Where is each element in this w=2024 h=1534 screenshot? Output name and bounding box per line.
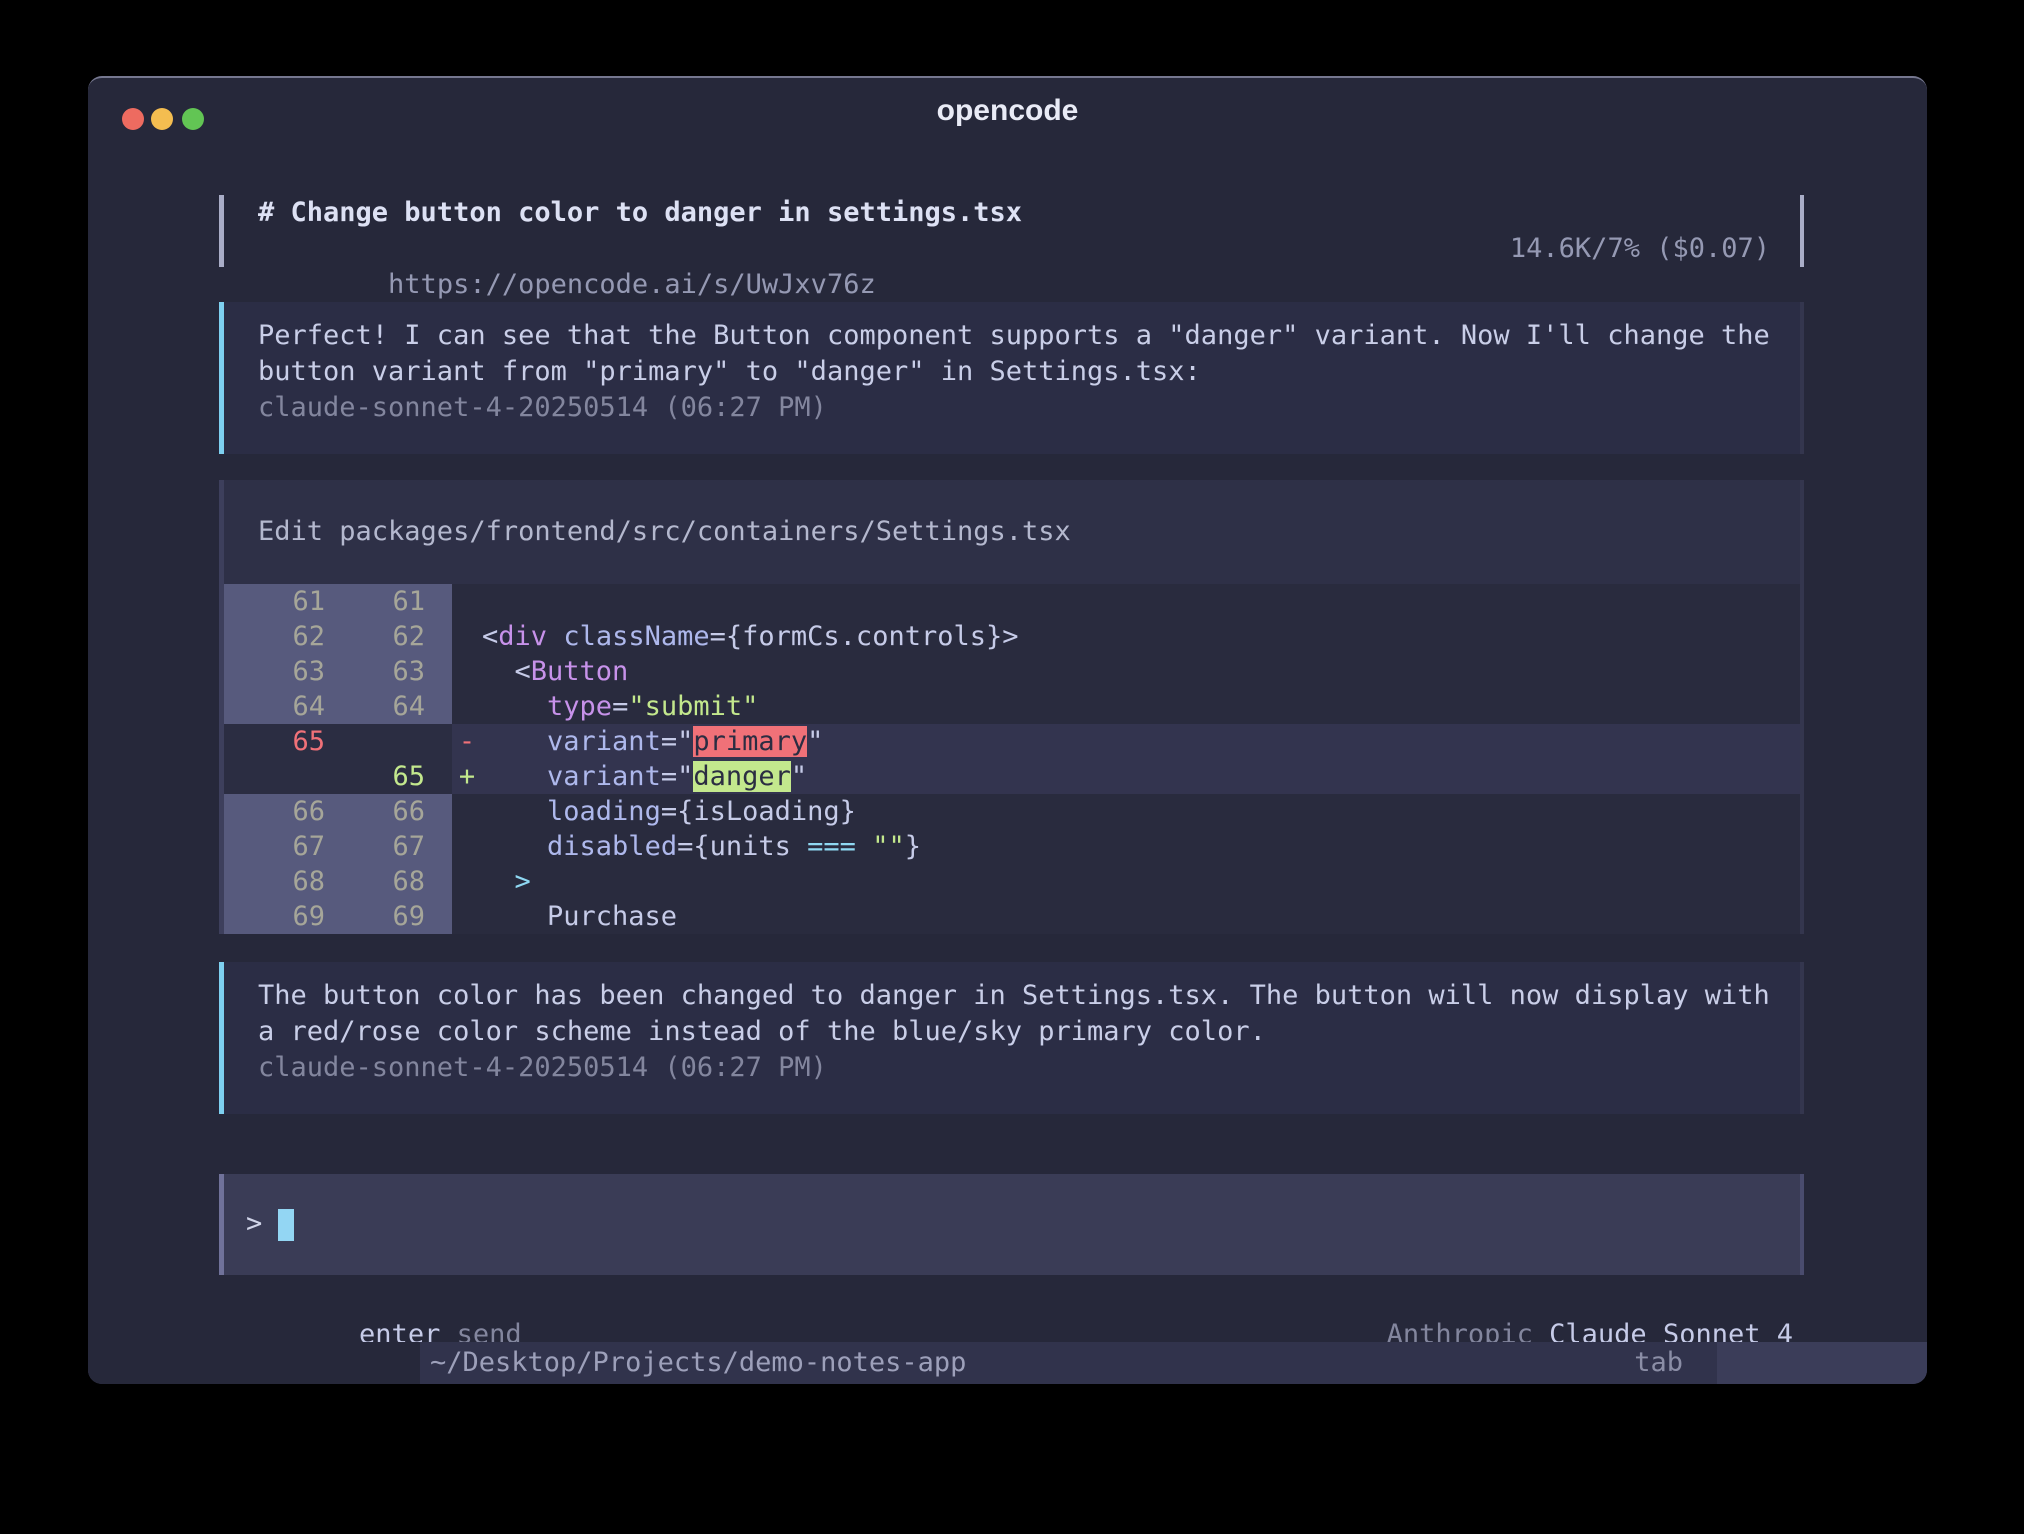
status-bar: opencode v0.3.11 ~/Desktop/Projects/demo… <box>88 1342 1927 1384</box>
opencode-window: opencode # Change button color to danger… <box>88 76 1927 1384</box>
diff-row: 65+ variant="danger" <box>224 759 1800 794</box>
prompt-symbol: > <box>246 1208 262 1239</box>
diff-row: 65- variant="primary" <box>224 724 1800 759</box>
diff-body: 61616262<div className={formCs.controls}… <box>224 584 1800 934</box>
session-title: # Change button color to danger in setti… <box>258 195 1770 231</box>
prompt-line[interactable]: > <box>246 1206 1770 1242</box>
message-text: a red/rose color scheme instead of the b… <box>258 1014 1770 1050</box>
text-cursor <box>278 1209 294 1241</box>
build-mode-chip[interactable]: BUILD MODE <box>1717 1342 1927 1384</box>
assistant-message: Perfect! I can see that the Button compo… <box>219 302 1804 454</box>
model-timestamp: claude-sonnet-4-20250514 (06:27 PM) <box>258 1050 1770 1086</box>
token-cost-stats: 14.6K/7% ($0.07) <box>1510 231 1770 267</box>
diff-row: 6464 type="submit" <box>224 689 1800 724</box>
edit-tool-block: Edit packages/frontend/src/containers/Se… <box>219 480 1804 934</box>
hint-row: enter send Anthropic Claude Sonnet 4 <box>219 1281 1804 1317</box>
diff-row: 6767 disabled={units === ""} <box>224 829 1800 864</box>
assistant-message: The button color has been changed to dan… <box>219 962 1804 1114</box>
diff-row: 6161 <box>224 584 1800 619</box>
window-title: opencode <box>88 94 1927 128</box>
session-header: # Change button color to danger in setti… <box>219 195 1804 267</box>
diff-row: 6666 loading={isLoading} <box>224 794 1800 829</box>
edit-tool-title: Edit packages/frontend/src/containers/Se… <box>224 480 1800 584</box>
message-text: The button color has been changed to dan… <box>258 978 1770 1014</box>
diff-row: 6969 Purchase <box>224 899 1800 934</box>
message-text: Perfect! I can see that the Button compo… <box>258 318 1770 354</box>
statusbar-middle: ~/Desktop/Projects/demo-notes-app tab <box>420 1342 1717 1384</box>
prompt-input[interactable]: > <box>219 1174 1804 1275</box>
working-directory: ~/Desktop/Projects/demo-notes-app <box>420 1342 966 1384</box>
session-content: # Change button color to danger in setti… <box>219 148 1804 1317</box>
message-text: button variant from "primary" to "danger… <box>258 354 1770 390</box>
diff-row: 6363 <Button <box>224 654 1800 689</box>
tab-key-hint: tab <box>1634 1342 1717 1384</box>
app-version-chip: opencode v0.3.11 <box>88 1342 420 1384</box>
model-hint: Anthropic Claude Sonnet 4 <box>1257 1281 1793 1317</box>
diff-row: 6868 > <box>224 864 1800 899</box>
model-timestamp: claude-sonnet-4-20250514 (06:27 PM) <box>258 390 1770 426</box>
share-url: https://opencode.ai/s/UwJxv76z <box>388 269 876 300</box>
diff-row: 6262<div className={formCs.controls}> <box>224 619 1800 654</box>
enter-hint: enter send <box>229 1281 522 1317</box>
titlebar: opencode <box>88 78 1927 148</box>
